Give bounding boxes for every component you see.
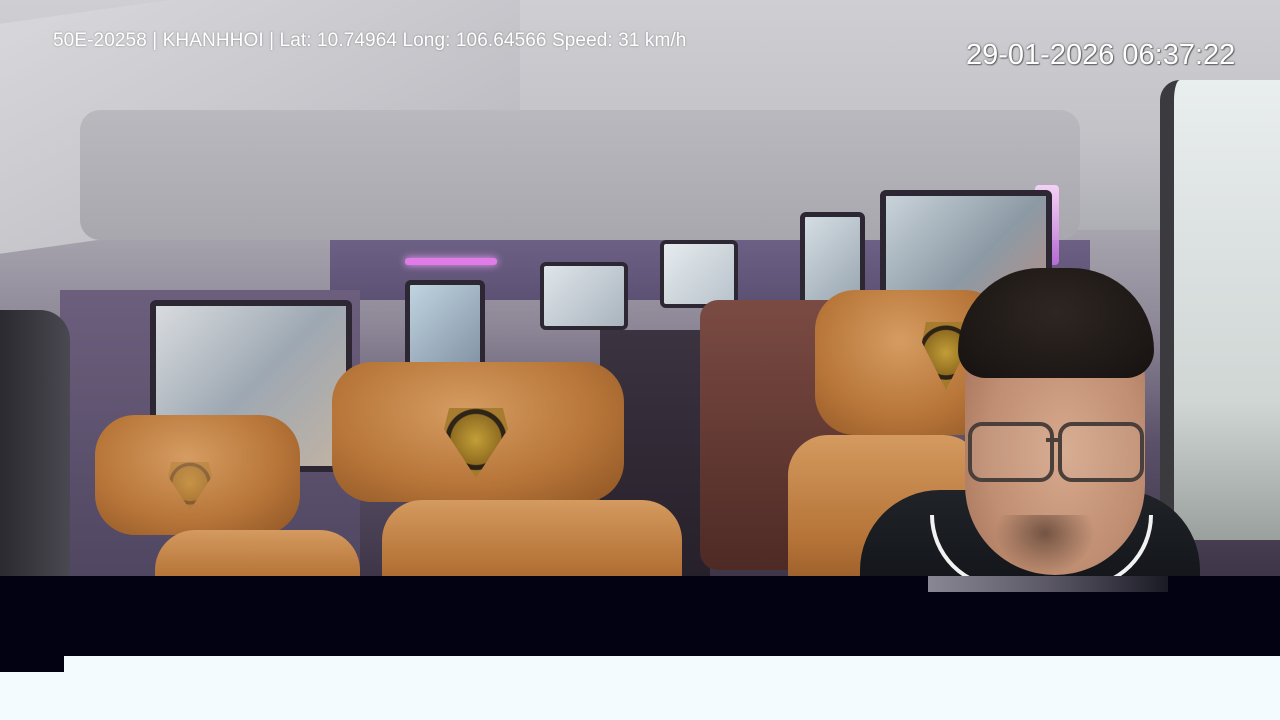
timestamp-overlay: 29-01-2026 06:37:22 [966,39,1236,71]
frame-artifact-strip [928,576,1168,592]
glasses-lens [1058,422,1144,482]
driver-window [1160,80,1280,540]
rear-window [540,262,628,330]
blank-area [0,672,64,720]
glasses-lens [968,422,1054,482]
vehicle-info-overlay: 50E-20258 | KHANHHOI | Lat: 10.74964 Lon… [53,30,687,51]
driver-glasses [968,422,1144,482]
letterbox-stub [0,656,64,672]
camera-frame: 50E-20258 | KHANHHOI | Lat: 10.74964 Lon… [0,0,1280,592]
sliding-door [0,310,70,592]
neon-light [405,258,497,265]
rear-window [660,240,738,308]
blank-area [64,656,1280,720]
